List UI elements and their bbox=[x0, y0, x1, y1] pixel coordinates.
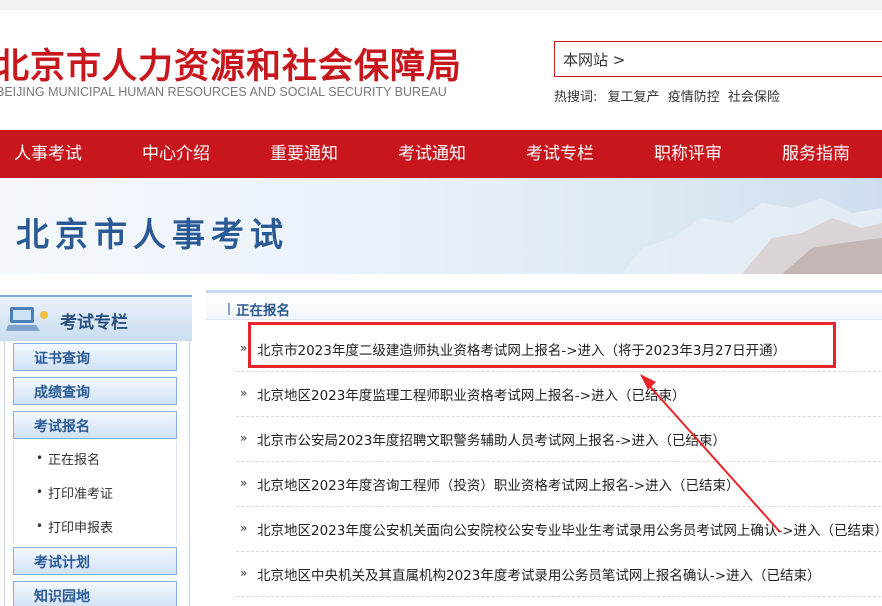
list-item-link[interactable]: 北京地区2023年度监理工程师职业资格考试网上报名->进入（已结束） bbox=[257, 384, 686, 404]
list-item-link[interactable]: 北京市公安局2023年度招聘文职警务辅助人员考试网上报名->进入（已结束） bbox=[257, 429, 726, 449]
computer-icon bbox=[6, 307, 48, 331]
sidebar-subitem-label: 正在报名 bbox=[48, 453, 101, 468]
main-nav: 人事考试 中心介绍 重要通知 考试通知 考试专栏 职称评审 服务指南 bbox=[0, 130, 882, 178]
sidebar-item-cert-query[interactable]: 证书查询 bbox=[13, 343, 177, 371]
section-title: 正在报名 bbox=[236, 303, 290, 319]
double-chevron-icon: » bbox=[240, 566, 248, 580]
bullet-icon: • bbox=[36, 485, 44, 499]
list-item[interactable]: » 北京地区中央机关及其直属机构2023年度考试录用公务员笔试网上报名确认->进… bbox=[236, 552, 882, 597]
nav-item-exams[interactable]: 人事考试 bbox=[14, 130, 82, 178]
sidebar-header: 考试专栏 bbox=[0, 295, 192, 341]
sidebar-item-label: 证书查询 bbox=[34, 351, 90, 367]
sidebar-subitem-registering[interactable]: • 正在报名 bbox=[13, 441, 177, 475]
sidebar-item-label: 成绩查询 bbox=[34, 385, 90, 401]
search-input[interactable] bbox=[563, 48, 863, 70]
sidebar-item-label: 考试报名 bbox=[34, 419, 90, 435]
hot-search: 热搜词: 复工复产 疫情防控 社会保险 bbox=[554, 86, 780, 105]
double-chevron-icon: » bbox=[240, 341, 248, 355]
list-item-link[interactable]: 北京地区2023年度公安机关面向公安院校公安专业毕业生考试录用公务员考试网上确认… bbox=[257, 519, 882, 539]
list-item[interactable]: » 北京地区2023年度公安机关面向公安院校公安专业毕业生考试录用公务员考试网上… bbox=[236, 507, 882, 552]
list-item[interactable]: » 北京市2023年度二级建造师执业资格考试网上报名->进入（将于2023年3月… bbox=[236, 327, 882, 372]
sidebar-item-score-query[interactable]: 成绩查询 bbox=[13, 377, 177, 405]
site-header: 北京市人力资源和社会保障局 BEIJING MUNICIPAL HUMAN RE… bbox=[0, 0, 882, 130]
main-content: 正在报名 » 北京市2023年度二级建造师执业资格考试网上报名->进入（将于20… bbox=[206, 290, 882, 606]
double-chevron-icon: » bbox=[240, 521, 248, 535]
site-title[interactable]: 北京市人力资源和社会保障局 bbox=[0, 38, 462, 89]
double-chevron-icon: » bbox=[240, 476, 248, 490]
list-item-link[interactable]: 北京市2023年度二级建造师执业资格考试网上报名->进入（将于2023年3月27… bbox=[257, 339, 786, 359]
list-item[interactable]: » 北京市公安局2023年度招聘文职警务辅助人员考试网上报名->进入（已结束） bbox=[236, 417, 882, 462]
sidebar-item-knowledge[interactable]: 知识园地 bbox=[13, 581, 177, 606]
sidebar-item-label: 考试计划 bbox=[34, 555, 90, 571]
site-subtitle: BEIJING MUNICIPAL HUMAN RESOURCES AND SO… bbox=[0, 85, 447, 99]
double-chevron-icon: » bbox=[240, 431, 248, 445]
list-item-link[interactable]: 北京地区中央机关及其直属机构2023年度考试录用公务员笔试网上报名确认->进入（… bbox=[257, 564, 821, 584]
top-strip bbox=[0, 0, 882, 10]
sidebar-title: 考试专栏 bbox=[60, 313, 128, 333]
hot-word-link[interactable]: 复工复产 bbox=[608, 90, 660, 105]
sidebar-subitem-label: 打印申报表 bbox=[48, 521, 114, 536]
nav-item-exam-column[interactable]: 考试专栏 bbox=[526, 130, 594, 178]
section-header: 正在报名 bbox=[206, 290, 882, 320]
sidebar-item-registration[interactable]: 考试报名 bbox=[13, 411, 177, 439]
nav-item-guide[interactable]: 服务指南 bbox=[782, 130, 850, 178]
banner: 北京市人事考试 bbox=[0, 178, 882, 274]
page: 北京市人力资源和社会保障局 BEIJING MUNICIPAL HUMAN RE… bbox=[0, 0, 882, 606]
search-box[interactable] bbox=[554, 41, 882, 77]
hot-word-link[interactable]: 疫情防控 bbox=[668, 90, 720, 105]
sidebar-subitem-print-form[interactable]: • 打印申报表 bbox=[13, 509, 177, 543]
nav-item-titles[interactable]: 职称评审 bbox=[654, 130, 722, 178]
sidebar-subitem-print-ticket[interactable]: • 打印准考证 bbox=[13, 475, 177, 509]
double-chevron-icon: » bbox=[240, 386, 248, 400]
sidebar-item-label: 知识园地 bbox=[34, 589, 90, 605]
hot-search-label: 热搜词: bbox=[554, 90, 598, 105]
bullet-icon: • bbox=[36, 451, 44, 465]
sidebar: 考试专栏 证书查询 成绩查询 考试报名 • 正在报名 • 打印准考证 • 打印申… bbox=[0, 295, 192, 606]
list-item-link[interactable]: 北京地区2023年度咨询工程师（投资）职业资格考试网上报名->进入（已结束） bbox=[257, 474, 740, 494]
list-item[interactable]: » 北京地区2023年度监理工程师职业资格考试网上报名->进入（已结束） bbox=[236, 372, 882, 417]
nav-item-notices[interactable]: 重要通知 bbox=[270, 130, 338, 178]
banner-decoration-image bbox=[622, 198, 882, 274]
bullet-icon: • bbox=[36, 519, 44, 533]
sidebar-subitem-label: 打印准考证 bbox=[48, 487, 114, 502]
list-item[interactable]: » 北京地区2023年度咨询工程师（投资）职业资格考试网上报名->进入（已结束） bbox=[236, 462, 882, 507]
hot-word-link[interactable]: 社会保险 bbox=[728, 90, 780, 105]
section-marker bbox=[228, 303, 230, 315]
banner-title: 北京市人事考试 bbox=[16, 215, 289, 254]
nav-item-about[interactable]: 中心介绍 bbox=[142, 130, 210, 178]
sidebar-item-exam-plan[interactable]: 考试计划 bbox=[13, 547, 177, 575]
nav-item-exam-notices[interactable]: 考试通知 bbox=[398, 130, 466, 178]
